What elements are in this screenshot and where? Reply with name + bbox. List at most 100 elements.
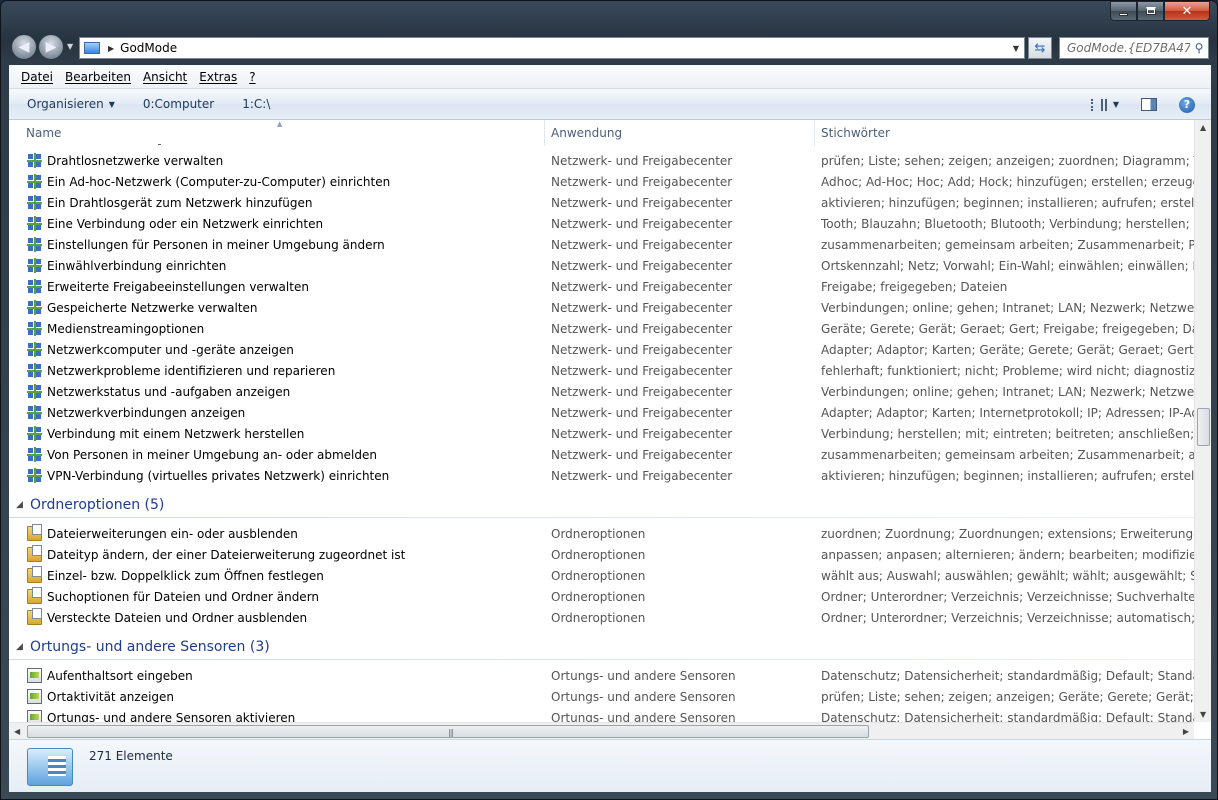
menu-help[interactable]: ? (243, 70, 261, 84)
item-name: Netzwerkstatus und -aufgaben anzeigen (47, 384, 291, 399)
menu-bearbeiten[interactable]: Bearbeiten (59, 70, 137, 84)
search-box[interactable]: GodMode.{ED7BA47... ⚲ (1059, 37, 1209, 59)
list-item[interactable]: Netzwerkcomputer und -geräte anzeigen Net… (9, 339, 1194, 360)
back-button[interactable]: ◀ (11, 34, 37, 60)
list-item[interactable]: Erweiterte Freigabeeinstellungen verwalt… (9, 276, 1194, 297)
list-item[interactable]: Einwählverbindung einrichten Netzwerk- un… (9, 255, 1194, 276)
list-item[interactable]: VPN-Verbindung (virtuelles privates Netz… (9, 465, 1194, 486)
group-header-sensors[interactable]: ◢ Ortungs- und andere Sensoren (3) (9, 634, 1194, 660)
address-path[interactable]: GodMode (120, 41, 177, 55)
address-bar[interactable]: ▶ GodMode ▼ (79, 37, 1025, 59)
drive-c-label: 1:C:\ (242, 97, 271, 111)
item-application: Netzwerk- und Freigabecenter (551, 237, 733, 252)
item-application: Netzwerk- und Freigabecenter (551, 468, 733, 483)
preview-pane-icon[interactable] (1141, 98, 1157, 111)
address-history-dropdown[interactable]: ▼ (1008, 44, 1024, 53)
close-button[interactable]: ✕ (1164, 1, 1210, 21)
item-application: Netzwerk- und Freigabecenter (551, 174, 733, 189)
computer-button[interactable]: 0:Computer (129, 97, 228, 111)
help-icon[interactable]: ? (1179, 96, 1195, 113)
column-header-name[interactable]: Name ▲ (9, 120, 545, 146)
collapse-triangle-icon[interactable]: ◢ (16, 500, 23, 510)
list-item[interactable]: Ein Drahtlosgerät zum Netzwerk hinzufüge… (9, 192, 1194, 213)
list-item[interactable]: Drahtlosnetzwerke verwalten Netzwerk- und… (9, 150, 1194, 171)
item-application: Netzwerk- und Freigabecenter (551, 342, 733, 357)
vertical-scroll-thumb[interactable] (1197, 408, 1210, 446)
list-item[interactable]: Verbindung mit einem Netzwerk herstellen… (9, 423, 1194, 444)
horizontal-scrollbar[interactable]: ◀ ||| ▶ (9, 722, 1194, 739)
view-options-dropdown[interactable]: ▼ (1113, 100, 1119, 109)
scroll-right-icon[interactable]: ▶ (1183, 727, 1189, 736)
item-keywords: aktivieren; hinzufügen; beginnen; instal… (821, 468, 1194, 483)
collapse-triangle-icon[interactable]: ◢ (16, 642, 23, 652)
list-item[interactable]: Netzwerkprobleme identifizieren und repa… (9, 360, 1194, 381)
group-header-folder-options[interactable]: ◢ Ordneroptionen (5) (9, 492, 1194, 518)
list-item[interactable]: Einzel- bzw. Doppelklick zum Öffnen fest… (9, 565, 1194, 586)
folder-options-icon (27, 545, 42, 562)
network-icon (27, 279, 42, 294)
item-keywords: Geräte; Gerete; Gerät; Geraet; Gert; Fre… (821, 321, 1194, 336)
list-item[interactable]: Ein Ad-hoc-Netzwerk (Computer-zu-Compute… (9, 171, 1194, 192)
list-item[interactable]: Aufenthaltsort eingeben Ortungs- und ande… (9, 665, 1194, 686)
drive-c-button[interactable]: 1:C:\ (228, 97, 284, 111)
list-item[interactable]: Versteckte Dateien und Ordner ausblenden… (9, 607, 1194, 628)
vertical-scrollbar[interactable]: ▲ ▼ (1194, 120, 1211, 722)
list-item[interactable]: Von Personen in meiner Umgebung an- oder… (9, 444, 1194, 465)
list-item[interactable]: Dateityp ändern, der einer Dateierweiter… (9, 544, 1194, 565)
network-icon (27, 258, 42, 273)
item-application: Netzwerk- und Freigabecenter (551, 279, 733, 294)
network-icon (27, 237, 42, 252)
item-application: Netzwerk- und Freigabecenter (551, 426, 733, 441)
item-keywords: wählt aus; Auswahl; auswählen; gewählt; … (821, 568, 1194, 583)
list-item[interactable]: Medienstreamingoptionen Netzwerk- und Fre… (9, 318, 1194, 339)
grip-icon: ||| (448, 728, 454, 737)
network-icon (27, 321, 42, 336)
search-icon[interactable]: ⚲ (1190, 41, 1208, 55)
network-icon (27, 426, 42, 441)
network-icon (27, 342, 42, 357)
item-application: Netzwerk- und Freigabecenter (551, 384, 733, 399)
scroll-left-icon[interactable]: ◀ (14, 727, 20, 736)
group-title: Ordneroptionen (5) (30, 497, 165, 513)
view-details-icon[interactable] (1090, 98, 1107, 111)
forward-button[interactable]: ▶ (38, 34, 64, 60)
list-item[interactable]: Netzwerkstatus und -aufgaben anzeigen Net… (9, 381, 1194, 402)
list-item[interactable]: Dateierweiterungen ein- oder ausblenden O… (9, 523, 1194, 544)
list-item[interactable]: Ortaktivität anzeigen Ortungs- und andere… (9, 686, 1194, 707)
refresh-button[interactable]: ⇆ (1028, 37, 1052, 59)
list-item[interactable]: Eine Verbindung oder ein Netzwerk einric… (9, 213, 1194, 234)
computer-label: 0:Computer (142, 97, 215, 111)
item-name: Dateityp ändern, der einer Dateierweiter… (47, 547, 406, 562)
item-keywords: Adapter; Adaptor; Karten; Internetprotok… (821, 405, 1194, 420)
column-header-keywords[interactable]: Stichwörter (815, 120, 1194, 146)
close-icon: ✕ (1181, 3, 1193, 19)
network-icon (27, 195, 42, 210)
menu-ansicht[interactable]: Ansicht (137, 70, 193, 84)
item-keywords: Ordner; Unterordner; Verzeichnis; Verzei… (821, 610, 1194, 625)
column-app-label: Anwendung (551, 126, 623, 140)
list-item[interactable]: Einstellungen für Personen in meiner Umg… (9, 234, 1194, 255)
item-keywords: anpassen; anpasen; alternieren; ändern; … (821, 547, 1194, 562)
menu-extras[interactable]: Extras (193, 70, 243, 84)
column-header-application[interactable]: Anwendung (545, 120, 815, 146)
list-item[interactable]: Suchoptionen für Dateien und Ordner ände… (9, 586, 1194, 607)
list-item[interactable]: Gespeicherte Netzwerke verwalten Netzwerk… (9, 297, 1194, 318)
arrow-left-icon: ◀ (18, 39, 30, 55)
minimize-button[interactable] (1110, 1, 1137, 21)
maximize-button[interactable] (1137, 1, 1164, 21)
search-input[interactable]: GodMode.{ED7BA47... (1060, 41, 1190, 55)
command-bar-tools: ▼ ? (1090, 89, 1211, 120)
scroll-down-icon[interactable]: ▼ (1200, 710, 1206, 719)
chevron-right-icon[interactable]: ▶ (108, 44, 114, 53)
scroll-up-icon[interactable]: ▲ (1200, 123, 1206, 132)
menu-datei[interactable]: Datei (15, 70, 59, 84)
item-application: Netzwerk- und Freigabecenter (551, 321, 733, 336)
horizontal-scroll-thumb[interactable]: ||| (27, 725, 869, 738)
network-icon (27, 405, 42, 420)
item-application: Netzwerk- und Freigabecenter (551, 153, 733, 168)
recent-pages-dropdown[interactable]: ▼ (67, 42, 73, 51)
organize-button[interactable]: Organisieren ▼ (9, 97, 129, 111)
item-keywords: Ordner; Unterordner; Verzeichnis; Verzei… (821, 589, 1194, 604)
list-item[interactable]: Netzwerkverbindungen anzeigen Netzwerk- u… (9, 402, 1194, 423)
item-name: Einstellungen für Personen in meiner Umg… (47, 237, 385, 252)
